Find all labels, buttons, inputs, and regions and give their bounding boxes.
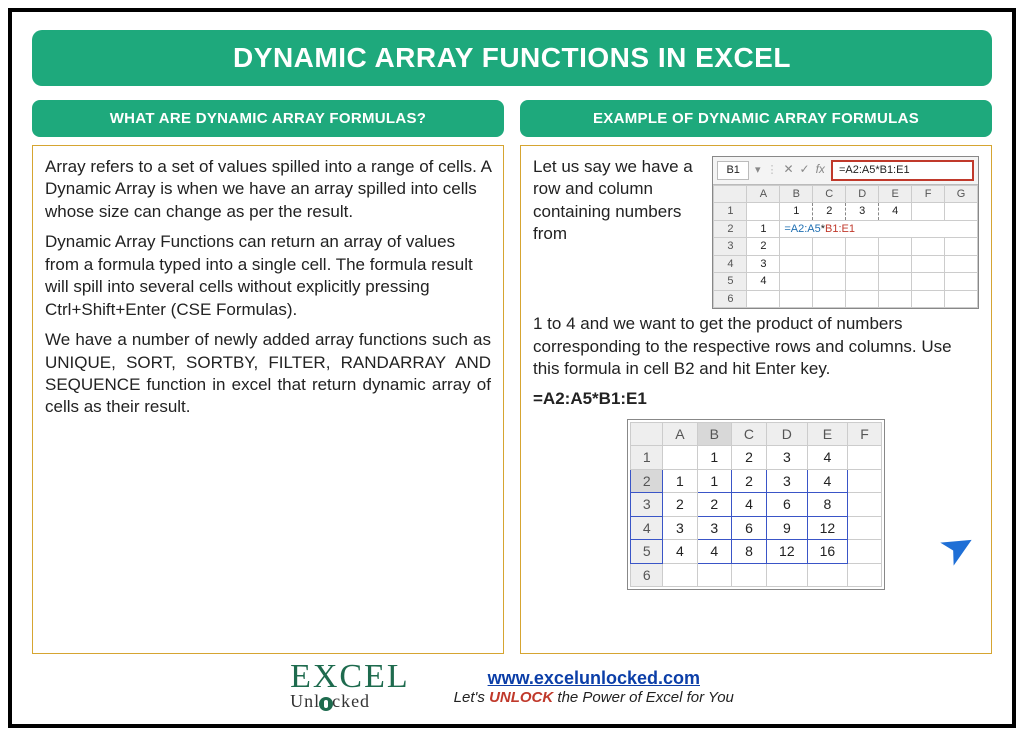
confirm-icon: ✓ <box>800 162 810 178</box>
dropdown-icon: ▾ <box>755 163 761 178</box>
mini-spreadsheet: B1 ▾ ⋮ ✕ ✓ fx =A2:A5*B1:E1 A <box>712 156 979 309</box>
document-frame: DYNAMIC ARRAY FUNCTIONS IN EXCEL WHAT AR… <box>8 8 1016 728</box>
brand-logo: EXCEL Unlcked <box>290 662 410 712</box>
fx-icon: fx <box>816 162 825 178</box>
mini-grid: A B C D E F G 1 1 <box>713 185 978 309</box>
example-top-row: Let us say we have a row and column cont… <box>533 156 979 309</box>
site-link[interactable]: www.excelunlocked.com <box>488 668 700 688</box>
result-sheet-wrap: A B C D E F 1 1 2 <box>533 419 979 597</box>
left-heading: WHAT ARE DYNAMIC ARRAY FORMULAS? <box>32 100 504 137</box>
columns-wrap: WHAT ARE DYNAMIC ARRAY FORMULAS? Array r… <box>32 100 992 654</box>
formula-bar: B1 ▾ ⋮ ✕ ✓ fx =A2:A5*B1:E1 <box>713 157 978 185</box>
main-title: DYNAMIC ARRAY FUNCTIONS IN EXCEL <box>32 30 992 86</box>
left-para-1: Array refers to a set of values spilled … <box>45 156 491 223</box>
left-card: Array refers to a set of values spilled … <box>32 145 504 654</box>
footer: EXCEL Unlcked www.excelunlocked.com Let'… <box>32 654 992 712</box>
result-spreadsheet: A B C D E F 1 1 2 <box>627 419 885 590</box>
keyhole-icon <box>319 697 333 711</box>
left-para-3: We have a number of newly added array fu… <box>45 329 491 419</box>
result-grid: A B C D E F 1 1 2 <box>630 422 882 587</box>
inline-formula-cell: =A2:A5*B1:E1 <box>780 220 978 238</box>
formula-bar-input: =A2:A5*B1:E1 <box>831 160 974 181</box>
cancel-icon: ✕ <box>783 162 793 178</box>
right-heading: EXAMPLE OF DYNAMIC ARRAY FORMULAS <box>520 100 992 137</box>
footer-text-block: www.excelunlocked.com Let's UNLOCK the P… <box>454 668 734 706</box>
left-column: WHAT ARE DYNAMIC ARRAY FORMULAS? Array r… <box>32 100 504 654</box>
example-intro-left: Let us say we have a row and column cont… <box>533 156 702 246</box>
left-para-2: Dynamic Array Functions can return an ar… <box>45 231 491 321</box>
tagline: Let's UNLOCK the Power of Excel for You <box>454 689 734 706</box>
example-intro-continued: 1 to 4 and we want to get the product of… <box>533 313 979 380</box>
example-formula: =A2:A5*B1:E1 <box>533 388 979 410</box>
name-box: B1 <box>717 161 748 180</box>
right-card: Let us say we have a row and column cont… <box>520 145 992 654</box>
logo-main-text: EXCEL <box>290 662 410 693</box>
separator-icon: ⋮ <box>766 163 777 178</box>
pointer-arrow-icon: ➤ <box>928 514 986 580</box>
right-column: EXAMPLE OF DYNAMIC ARRAY FORMULAS Let us… <box>520 100 992 654</box>
